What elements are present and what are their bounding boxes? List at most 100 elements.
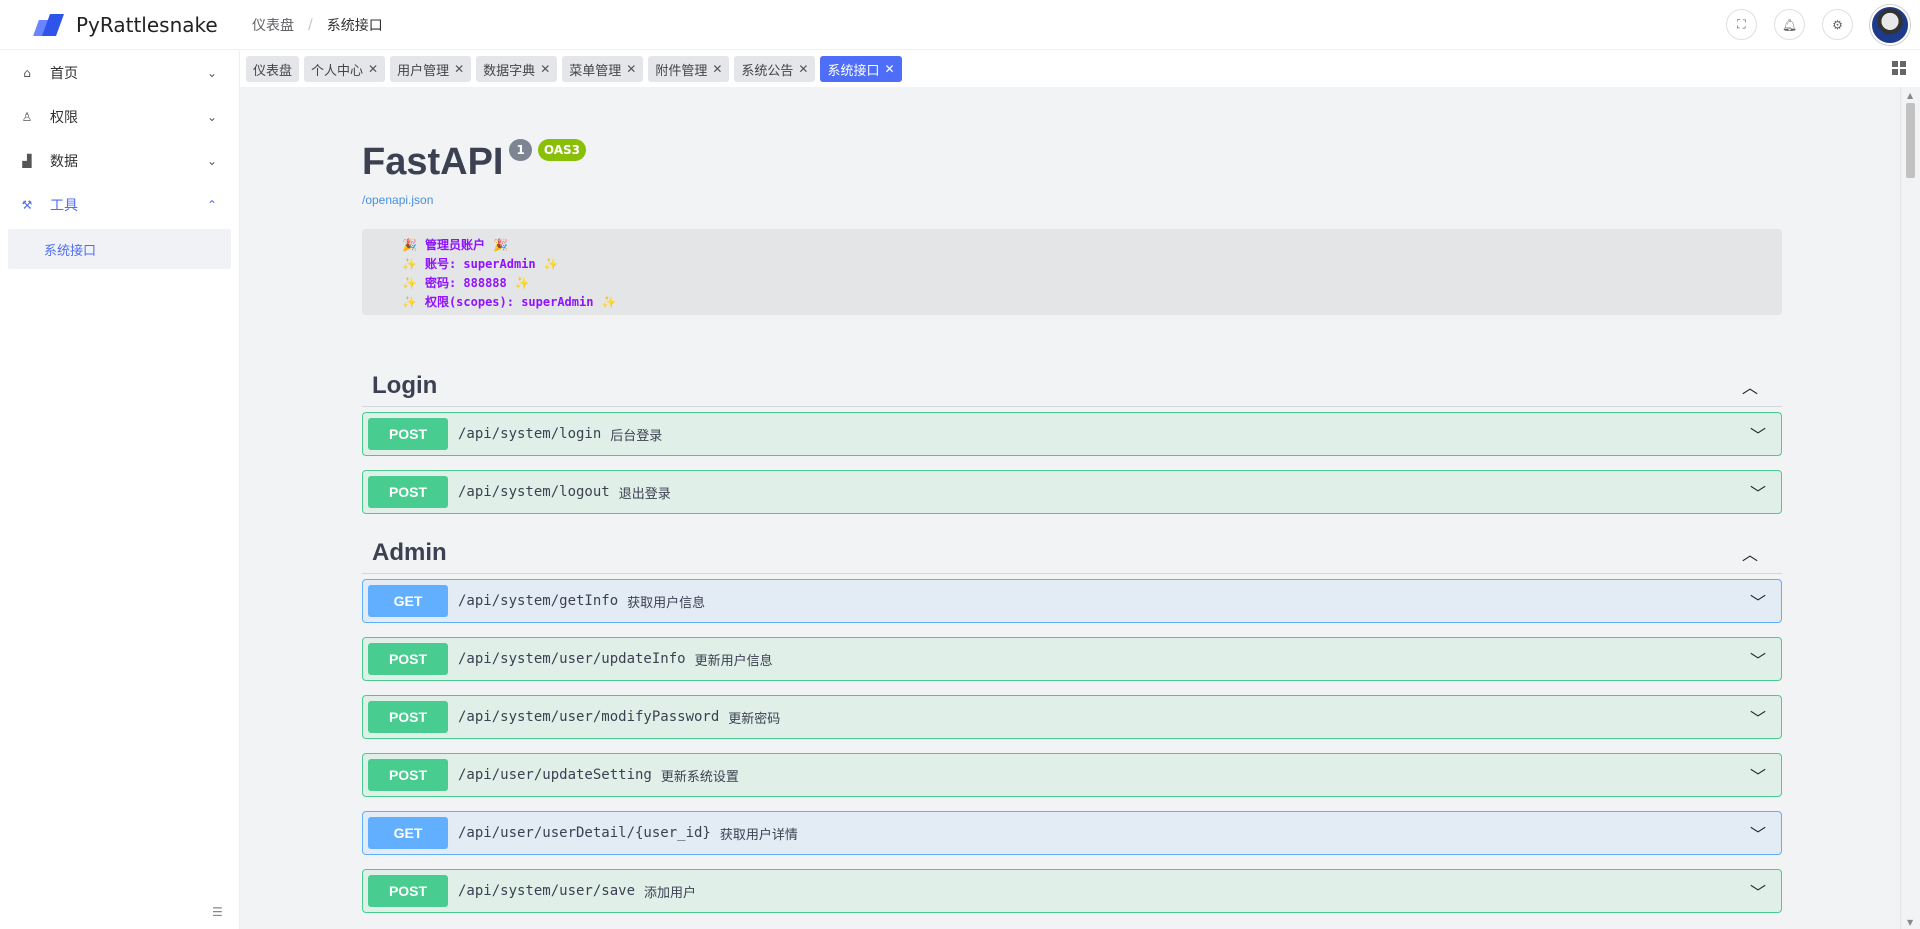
tab-dict[interactable]: 数据字典 ✕ bbox=[476, 56, 558, 82]
sidebar-subitem-system-api[interactable]: 系统接口 bbox=[8, 229, 231, 269]
operation-summary: 更新系统设置 bbox=[660, 769, 739, 785]
tab-profile[interactable]: 个人中心 ✕ bbox=[304, 56, 386, 82]
sidebar-item-data[interactable]: ▟ 数据 ⌄ bbox=[0, 139, 239, 183]
sidebar-item-permissions[interactable]: ♙ 权限 ⌄ bbox=[0, 95, 239, 139]
tab-users[interactable]: 用户管理 ✕ bbox=[390, 56, 472, 82]
chevron-down-icon[interactable]: ﹀ bbox=[1750, 647, 1766, 671]
avatar[interactable] bbox=[1870, 4, 1910, 45]
chevron-down-icon[interactable]: ﹀ bbox=[1750, 879, 1766, 903]
close-icon[interactable]: ✕ bbox=[798, 62, 808, 76]
chevron-up-icon[interactable]: ︿ bbox=[1742, 541, 1758, 565]
operation-summary: 后台登录 bbox=[610, 428, 663, 444]
tab-dashboard[interactable]: 仪表盘 bbox=[246, 56, 300, 82]
breadcrumb-item[interactable]: 仪表盘 bbox=[252, 15, 294, 35]
operation-path: /api/system/user/updateInfo bbox=[458, 651, 686, 667]
operation-summary: 更新密码 bbox=[728, 711, 781, 727]
scrollbar-thumb[interactable] bbox=[1906, 103, 1915, 178]
operation-summary: 退出登录 bbox=[618, 486, 671, 502]
chevron-down-icon[interactable]: ﹀ bbox=[1750, 763, 1766, 787]
logo-icon bbox=[33, 12, 65, 38]
section-header[interactable]: Admin ︿ bbox=[362, 532, 1782, 574]
fullscreen-button[interactable]: ⛶ bbox=[1726, 9, 1757, 40]
swagger-frame: FastAPI 1 OAS3 /openapi.json 🎉 管理员账户 🎉 ✨ 账号… bbox=[240, 87, 1900, 929]
api-title: FastAPI bbox=[362, 141, 504, 183]
operation-row[interactable]: POST /api/user/updateSetting 更新系统设置 ﹀ bbox=[362, 753, 1782, 797]
tabs-menu-icon[interactable] bbox=[1892, 61, 1906, 75]
sidebar-item-label: 数据 bbox=[50, 154, 78, 170]
method-badge: GET bbox=[368, 585, 448, 617]
close-icon[interactable]: ✕ bbox=[712, 62, 722, 76]
operation-row[interactable]: GET /api/user/userDetail/{user_id} 获取用户详… bbox=[362, 811, 1782, 855]
close-icon[interactable]: ✕ bbox=[540, 62, 550, 76]
sidebar-item-label: 权限 bbox=[50, 110, 78, 126]
wrench-icon: ⚒ bbox=[21, 198, 33, 212]
breadcrumb-current: 系统接口 bbox=[326, 17, 383, 34]
chevron-up-icon: ⌃ bbox=[206, 198, 217, 212]
operation-row[interactable]: POST /api/system/user/modifyPassword 更新密… bbox=[362, 695, 1782, 739]
operation-row[interactable]: POST /api/system/login 后台登录 ﹀ bbox=[362, 412, 1782, 456]
bell-icon: 🔔︎ bbox=[1781, 17, 1798, 32]
chart-icon: ▟ bbox=[22, 154, 32, 168]
operation-row[interactable]: POST /api/system/user/updateInfo 更新用户信息 … bbox=[362, 637, 1782, 681]
chevron-down-icon[interactable]: ﹀ bbox=[1750, 589, 1766, 613]
operation-path: /api/user/userDetail/{user_id} bbox=[458, 825, 711, 841]
scroll-up-icon[interactable]: ▲ bbox=[1907, 91, 1913, 100]
sidebar-item-label: 工具 bbox=[50, 198, 78, 214]
close-icon[interactable]: ✕ bbox=[368, 62, 378, 76]
operation-summary: 获取用户信息 bbox=[627, 595, 706, 611]
description-line: ✨ 密码: 888888 ✨ bbox=[402, 276, 530, 290]
chevron-up-icon[interactable]: ︿ bbox=[1742, 374, 1758, 398]
tab-label: 数据字典 bbox=[483, 63, 536, 79]
tab-notices[interactable]: 系统公告 ✕ bbox=[734, 56, 816, 82]
close-icon[interactable]: ✕ bbox=[885, 62, 895, 76]
notification-button[interactable]: 🔔︎ bbox=[1774, 9, 1805, 40]
scroll-down-icon[interactable]: ▼ bbox=[1907, 918, 1913, 927]
tab-menus[interactable]: 菜单管理 ✕ bbox=[562, 56, 644, 82]
chevron-down-icon: ⌄ bbox=[206, 154, 217, 168]
method-badge: POST bbox=[368, 701, 448, 733]
method-badge: POST bbox=[368, 759, 448, 791]
collapse-sidebar-icon[interactable]: ☰ bbox=[212, 905, 223, 919]
version-badge: 1 bbox=[509, 139, 532, 161]
operation-path: /api/system/logout bbox=[458, 484, 610, 500]
tab-label: 附件管理 bbox=[655, 63, 708, 79]
tab-label: 菜单管理 bbox=[569, 63, 622, 79]
section-header[interactable]: Login ︿ bbox=[362, 365, 1782, 407]
app-logo[interactable]: PyRattlesnake bbox=[0, 12, 240, 38]
scrollbar[interactable]: ▲ ▼ bbox=[1900, 87, 1920, 929]
settings-button[interactable]: ⚙ bbox=[1822, 9, 1853, 40]
method-badge: POST bbox=[368, 418, 448, 450]
description-line: ✨ 账号: superAdmin ✨ bbox=[402, 257, 559, 271]
sidebar-item-tools[interactable]: ⚒ 工具 ⌃ bbox=[0, 183, 239, 227]
operation-row[interactable]: POST /api/system/logout 退出登录 ﹀ bbox=[362, 470, 1782, 514]
close-icon[interactable]: ✕ bbox=[454, 62, 464, 76]
section-login: Login ︿ POST /api/system/login 后台登录 ﹀ PO… bbox=[362, 365, 1782, 514]
tab-label: 用户管理 bbox=[397, 63, 450, 79]
tags-bar: 仪表盘 个人中心 ✕ 用户管理 ✕ 数据字典 ✕ 菜单管理 ✕ 附件管理 ✕ 系统公告 ✕ … bbox=[240, 51, 1920, 87]
tab-label: 系统接口 bbox=[827, 63, 880, 79]
method-badge: POST bbox=[368, 643, 448, 675]
tab-system-api[interactable]: 系统接口 ✕ bbox=[820, 56, 902, 82]
chevron-down-icon[interactable]: ﹀ bbox=[1750, 480, 1766, 504]
sidebar: ⌂ 首页 ⌄ ♙ 权限 ⌄ ▟ 数据 ⌄ ⚒ 工具 ⌃ 系统接口 ☰ bbox=[0, 51, 240, 929]
operation-path: /api/system/login bbox=[458, 426, 602, 442]
top-header: PyRattlesnake 仪表盘 / 系统接口 ⛶ 🔔︎ ⚙ bbox=[0, 0, 1920, 50]
tab-attachments[interactable]: 附件管理 ✕ bbox=[648, 56, 730, 82]
operation-row[interactable]: GET /api/system/getInfo 获取用户信息 ﹀ bbox=[362, 579, 1782, 623]
method-badge: POST bbox=[368, 875, 448, 907]
openapi-json-link[interactable]: /openapi.json bbox=[362, 193, 1782, 207]
tab-label: 仪表盘 bbox=[253, 63, 293, 79]
operation-row[interactable]: POST /api/system/user/save 添加用户 ﹀ bbox=[362, 869, 1782, 913]
chevron-down-icon[interactable]: ﹀ bbox=[1750, 422, 1766, 446]
sidebar-item-home[interactable]: ⌂ 首页 ⌄ bbox=[0, 51, 239, 95]
section-title: Admin bbox=[372, 538, 447, 566]
oas-badge: OAS3 bbox=[537, 139, 587, 161]
user-icon: ♙ bbox=[21, 110, 33, 124]
tab-label: 系统公告 bbox=[741, 63, 794, 79]
swagger-ui: FastAPI 1 OAS3 /openapi.json 🎉 管理员账户 🎉 ✨ 账号… bbox=[362, 87, 1782, 913]
fullscreen-icon: ⛶ bbox=[1737, 17, 1746, 31]
operation-summary: 获取用户详情 bbox=[719, 827, 798, 843]
chevron-down-icon[interactable]: ﹀ bbox=[1750, 705, 1766, 729]
close-icon[interactable]: ✕ bbox=[626, 62, 636, 76]
chevron-down-icon[interactable]: ﹀ bbox=[1750, 821, 1766, 845]
